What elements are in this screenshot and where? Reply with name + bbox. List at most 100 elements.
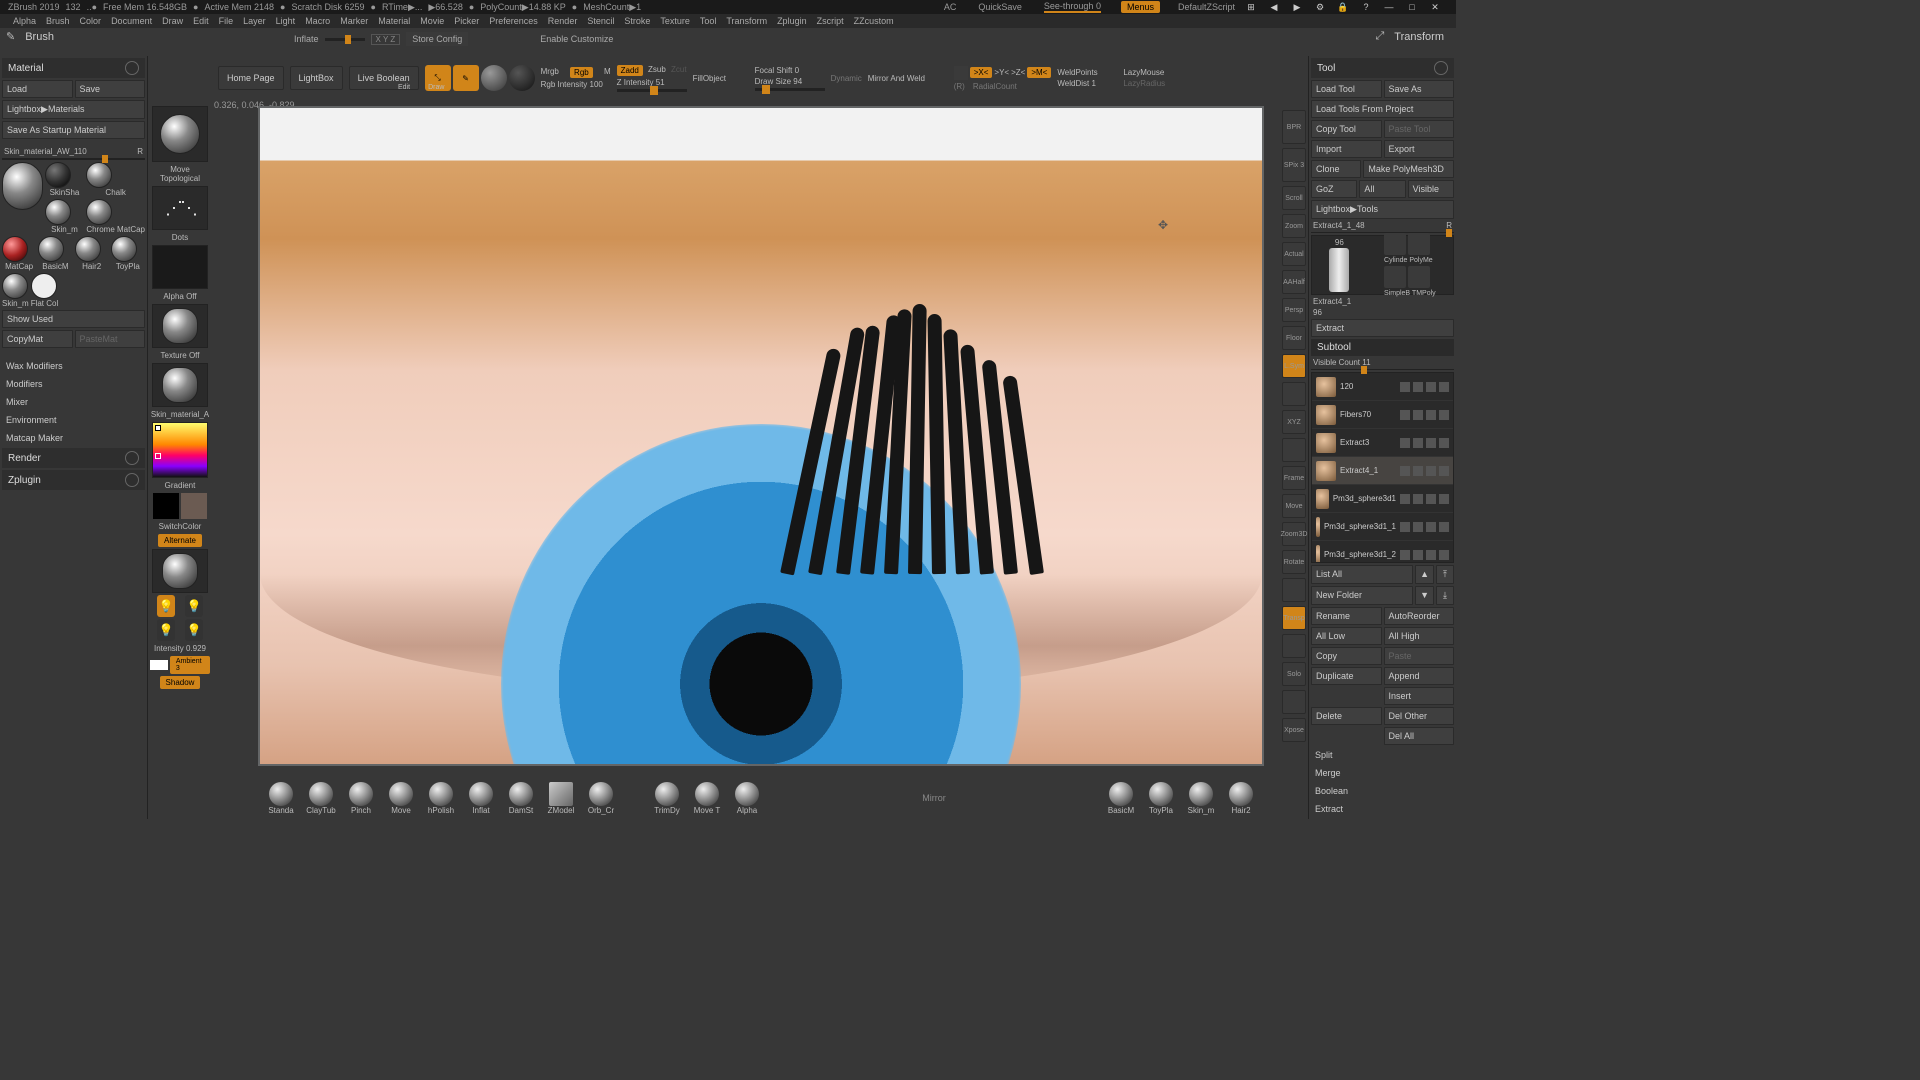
- brush-skin_m[interactable]: Skin_m: [1184, 782, 1218, 815]
- brush-standa[interactable]: Standa: [264, 782, 298, 815]
- menus-toggle[interactable]: Menus: [1121, 1, 1160, 13]
- lightbox-tools-button[interactable]: Lightbox▶Tools: [1311, 200, 1454, 219]
- append-button[interactable]: Append: [1384, 667, 1455, 685]
- menu-transform[interactable]: Transform: [726, 16, 767, 26]
- menu-marker[interactable]: Marker: [340, 16, 368, 26]
- copy-tool-button[interactable]: Copy Tool: [1311, 120, 1382, 138]
- light-2-toggle[interactable]: 💡: [185, 595, 203, 617]
- menu-stroke[interactable]: Stroke: [624, 16, 650, 26]
- vp-spix-3[interactable]: SPix 3: [1282, 148, 1306, 182]
- layout-icon[interactable]: ⊞: [1244, 0, 1258, 14]
- next-icon[interactable]: ▶: [1290, 0, 1304, 14]
- menu-file[interactable]: File: [219, 16, 234, 26]
- material-swatch[interactable]: [111, 236, 137, 262]
- enable-customize-button[interactable]: Enable Customize: [540, 34, 613, 44]
- all-high-button[interactable]: All High: [1384, 627, 1455, 645]
- zadd-button[interactable]: Zadd: [617, 65, 643, 76]
- make-polymesh-button[interactable]: Make PolyMesh3D: [1363, 160, 1454, 178]
- brush-zmodel[interactable]: ZModel: [544, 782, 578, 815]
- mrgb-button[interactable]: Mrgb: [541, 67, 559, 78]
- goz-all-button[interactable]: All: [1359, 180, 1405, 198]
- move-down-button[interactable]: ▼: [1415, 586, 1434, 605]
- goz-button[interactable]: GoZ: [1311, 180, 1357, 198]
- vp-btn-16[interactable]: [1282, 578, 1306, 602]
- mirror-weld-button[interactable]: Mirror And Weld: [868, 74, 948, 83]
- copy-subtool-button[interactable]: Copy: [1311, 647, 1382, 665]
- all-low-button[interactable]: All Low: [1311, 627, 1382, 645]
- weld-points-button[interactable]: WeldPoints: [1057, 68, 1117, 77]
- insert-button[interactable]: Insert: [1384, 687, 1455, 705]
- vp-aahalf[interactable]: AAHalf: [1282, 270, 1306, 294]
- light-sphere[interactable]: [152, 549, 208, 593]
- material-swatch[interactable]: [45, 162, 71, 188]
- current-material-swatch[interactable]: [2, 162, 43, 210]
- extract-button[interactable]: Extract: [1311, 319, 1454, 337]
- material-header[interactable]: Material: [2, 58, 145, 78]
- brush-move t[interactable]: Move T: [690, 782, 724, 815]
- draw-mode-button[interactable]: ✎: [453, 65, 479, 91]
- vp-floor[interactable]: Floor: [1282, 326, 1306, 350]
- menu-material[interactable]: Material: [378, 16, 410, 26]
- brush-trimdy[interactable]: TrimDy: [650, 782, 684, 815]
- subtool-icons[interactable]: [1400, 466, 1449, 476]
- menu-macro[interactable]: Macro: [305, 16, 330, 26]
- bg-color[interactable]: [181, 493, 207, 519]
- gizmo-button[interactable]: [481, 65, 507, 91]
- subtool-row[interactable]: 120: [1312, 373, 1453, 401]
- refresh-icon[interactable]: [125, 61, 139, 75]
- help-icon[interactable]: ?: [1359, 0, 1373, 14]
- vp-actual[interactable]: Actual: [1282, 242, 1306, 266]
- subtool-row[interactable]: Pm3d_sphere3d1_1: [1312, 513, 1453, 541]
- switch-color-label[interactable]: SwitchColor: [159, 521, 202, 532]
- menu-draw[interactable]: Draw: [162, 16, 183, 26]
- light-1-toggle[interactable]: 💡: [157, 595, 175, 617]
- x-sym-button[interactable]: >X<: [970, 67, 993, 78]
- subtool-header[interactable]: Subtool: [1311, 339, 1454, 356]
- menu-light[interactable]: Light: [276, 16, 296, 26]
- zsub-button[interactable]: Zsub: [648, 65, 666, 76]
- matcap-maker-section[interactable]: Matcap Maker: [2, 430, 145, 446]
- material-swatch[interactable]: [86, 199, 112, 225]
- clone-button[interactable]: Clone: [1311, 160, 1361, 178]
- activate-sym-button[interactable]: [954, 66, 968, 80]
- brush-damst[interactable]: DamSt: [504, 782, 538, 815]
- minimize-icon[interactable]: —: [1382, 0, 1396, 14]
- boolean-section[interactable]: Boolean: [1311, 783, 1454, 799]
- move-top-button[interactable]: ⤒: [1436, 565, 1454, 584]
- light-3-toggle[interactable]: 💡: [157, 619, 175, 641]
- texture-preview[interactable]: [152, 304, 208, 348]
- menu-layer[interactable]: Layer: [243, 16, 266, 26]
- tool-slot[interactable]: [1384, 266, 1406, 288]
- brush-alpha[interactable]: Alpha: [730, 782, 764, 815]
- tool-slot[interactable]: [1408, 266, 1430, 288]
- m-button[interactable]: M: [604, 67, 611, 78]
- subtool-icons[interactable]: [1400, 494, 1449, 504]
- render-header[interactable]: Render: [2, 448, 145, 468]
- alternate-button[interactable]: Alternate: [158, 534, 202, 547]
- paste-mat-button[interactable]: PasteMat: [75, 330, 146, 348]
- vp-move[interactable]: Move: [1282, 494, 1306, 518]
- brush-claytub[interactable]: ClayTub: [304, 782, 338, 815]
- subtool-icons[interactable]: [1400, 438, 1449, 448]
- rgb-intensity-slider[interactable]: Rgb Intensity 100: [541, 80, 611, 89]
- lightbox-materials-button[interactable]: Lightbox▶Materials: [2, 100, 145, 119]
- vp-xpose[interactable]: Xpose: [1282, 718, 1306, 742]
- menu-edit[interactable]: Edit: [193, 16, 209, 26]
- tool-slot[interactable]: [1408, 233, 1430, 255]
- load-tools-project-button[interactable]: Load Tools From Project: [1311, 100, 1454, 118]
- brush-orb_cr[interactable]: Orb_Cr: [584, 782, 618, 815]
- vp-scroll[interactable]: Scroll: [1282, 186, 1306, 210]
- xyz-toggle[interactable]: X Y Z: [371, 34, 401, 45]
- dynamic-label[interactable]: Dynamic: [831, 74, 862, 83]
- vp-zoom3d[interactable]: Zoom3D: [1282, 522, 1306, 546]
- color-picker[interactable]: [152, 422, 208, 478]
- subtool-icons[interactable]: [1400, 382, 1449, 392]
- light-4-toggle[interactable]: 💡: [185, 619, 203, 641]
- goz-visible-button[interactable]: Visible: [1408, 180, 1454, 198]
- subtool-list[interactable]: 120Fibers70Extract3Extract4_1Pm3d_sphere…: [1311, 372, 1454, 563]
- vp-bpr[interactable]: BPR: [1282, 110, 1306, 144]
- m-sym-button[interactable]: >M<: [1027, 67, 1051, 78]
- mixer-section[interactable]: Mixer: [2, 394, 145, 410]
- vp-zoom[interactable]: Zoom: [1282, 214, 1306, 238]
- vp-btn-11[interactable]: [1282, 438, 1306, 462]
